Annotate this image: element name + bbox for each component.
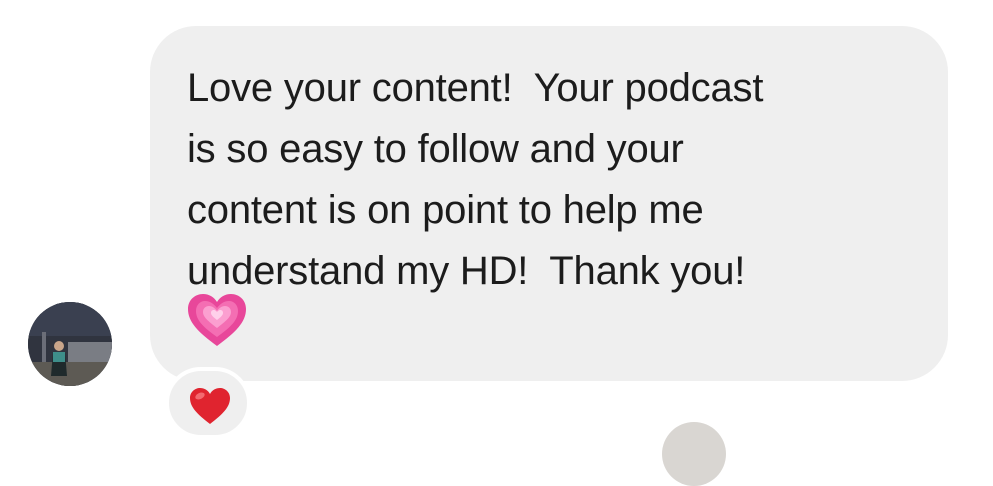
avatar-photo bbox=[28, 302, 112, 386]
growing-heart-icon bbox=[188, 294, 246, 346]
message-text: Love your content! Your podcast is so ea… bbox=[187, 58, 912, 302]
message-line: is so easy to follow and your bbox=[187, 127, 684, 171]
message-bubble[interactable]: Love your content! Your podcast is so ea… bbox=[150, 26, 948, 381]
message-line: understand my HD! Thank you! bbox=[187, 249, 746, 293]
message-line: content is on point to help me bbox=[187, 188, 704, 232]
reaction-badge[interactable] bbox=[165, 367, 251, 439]
message-line: Love your content! Your podcast bbox=[187, 66, 764, 110]
sender-avatar[interactable] bbox=[28, 302, 112, 386]
message-row: Love your content! Your podcast is so ea… bbox=[0, 0, 993, 486]
red-heart-icon bbox=[190, 388, 230, 424]
